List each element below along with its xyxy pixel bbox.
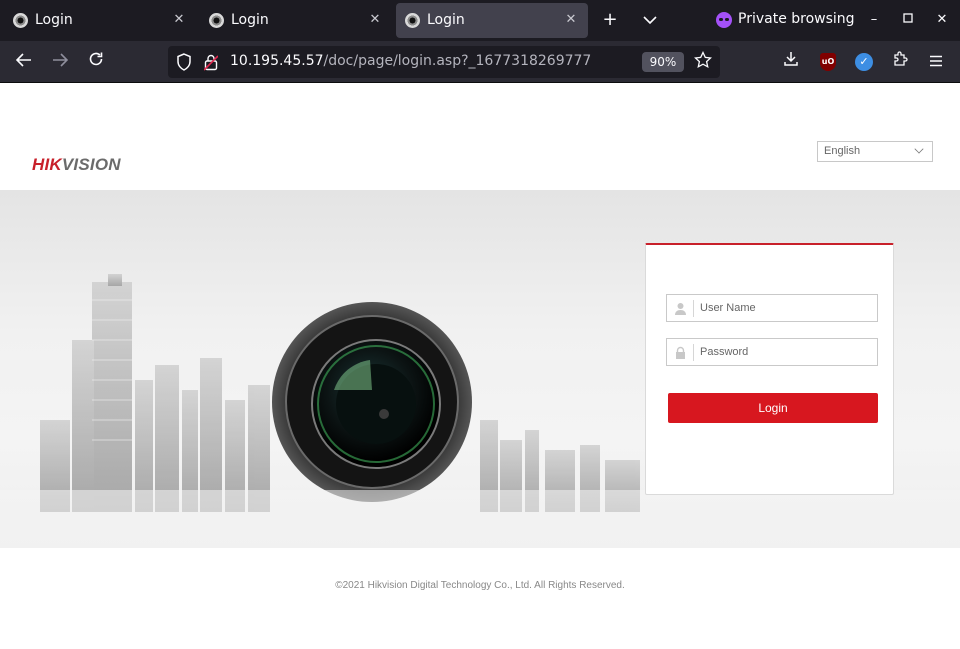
puzzle-icon: [894, 51, 908, 66]
tab-3-active[interactable]: Login ✕: [396, 3, 588, 38]
logo-part-hik: HIK: [32, 155, 62, 174]
url-host: 10.195.45.57: [230, 53, 324, 69]
tab-1[interactable]: Login ✕: [4, 3, 196, 38]
extension-icon[interactable]: ✓: [855, 53, 873, 71]
maximize-button[interactable]: [898, 10, 918, 30]
downloads-button[interactable]: [779, 50, 803, 74]
close-icon[interactable]: ✕: [366, 11, 384, 29]
close-icon[interactable]: ✕: [170, 11, 188, 29]
field-separator: [693, 300, 694, 317]
new-tab-button[interactable]: +: [598, 8, 622, 32]
username-field[interactable]: [666, 294, 878, 322]
ublock-origin-icon[interactable]: uO: [820, 53, 836, 71]
reload-button[interactable]: [83, 49, 109, 75]
app-menu-button[interactable]: [924, 50, 948, 74]
camera-favicon-icon: [209, 13, 224, 28]
camera-favicon-icon: [13, 13, 28, 28]
login-page: HIKVISION English User Name Login ©2021 …: [0, 83, 960, 649]
user-icon: [675, 303, 686, 315]
bookmark-button[interactable]: [692, 50, 714, 73]
private-browsing-label: Private browsing: [738, 11, 855, 27]
navigation-toolbar: 10.195.45.57/doc/page/login.asp?_1677318…: [0, 41, 960, 83]
reload-icon: [89, 52, 103, 66]
login-button[interactable]: Login: [668, 393, 878, 423]
username-input[interactable]: [700, 298, 872, 318]
download-icon: [784, 52, 798, 66]
back-button[interactable]: [11, 49, 37, 75]
chevron-down-icon: [643, 16, 657, 25]
close-window-button[interactable]: ✕: [932, 10, 952, 30]
language-select[interactable]: English: [817, 141, 933, 162]
insecure-lock-icon[interactable]: [204, 53, 218, 71]
url-bar[interactable]: 10.195.45.57/doc/page/login.asp?_1677318…: [168, 46, 720, 78]
language-selected-value: English: [824, 145, 861, 157]
camera-favicon-icon: [405, 13, 420, 28]
tab-title: Login: [427, 12, 465, 28]
arrow-left-icon: [15, 53, 31, 67]
extensions-button[interactable]: [888, 50, 912, 74]
camera-lens: [272, 302, 472, 502]
star-icon: [694, 50, 712, 69]
private-mask-icon: [716, 12, 732, 28]
url-text[interactable]: 10.195.45.57/doc/page/login.asp?_1677318…: [230, 53, 591, 69]
tab-2[interactable]: Login ✕: [200, 3, 392, 38]
hamburger-menu-icon: [930, 55, 942, 67]
forward-button[interactable]: [47, 49, 73, 75]
chevron-down-icon: [914, 144, 924, 154]
arrow-right-icon: [53, 53, 69, 67]
login-panel: Login: [645, 243, 894, 495]
field-separator: [693, 344, 694, 361]
password-field[interactable]: [666, 338, 878, 366]
close-icon[interactable]: ✕: [562, 11, 580, 29]
list-all-tabs-button[interactable]: [638, 8, 662, 32]
lock-icon: [676, 346, 685, 359]
zoom-level-button[interactable]: 90%: [642, 52, 684, 72]
tab-title: Login: [35, 12, 73, 28]
hikvision-logo: HIKVISION: [32, 155, 121, 175]
tab-title: Login: [231, 12, 269, 28]
maximize-icon: [903, 13, 913, 23]
minimize-button[interactable]: –: [864, 10, 884, 30]
tracking-protection-shield-icon[interactable]: [176, 53, 192, 71]
copyright-footer: ©2021 Hikvision Digital Technology Co., …: [335, 580, 625, 591]
url-path: /doc/page/login.asp?_1677318269777: [323, 53, 592, 69]
tab-bar: Login ✕ Login ✕ Login ✕ + Private browsi…: [0, 0, 960, 41]
logo-part-vision: VISION: [61, 155, 121, 174]
password-input[interactable]: [700, 342, 872, 362]
